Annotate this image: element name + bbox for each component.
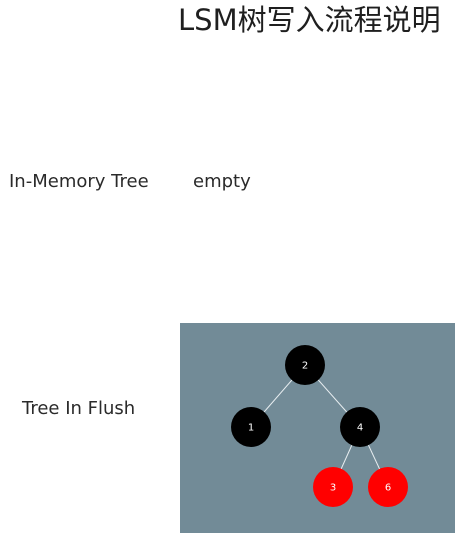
tree-node-key: 2	[302, 361, 308, 372]
tree-in-flush-panel: 2 1 4 3 6	[180, 323, 455, 533]
tree-node-2: 2	[285, 345, 325, 385]
tree-node-key: 4	[357, 423, 363, 434]
tree-node-1: 1	[231, 407, 271, 447]
in-memory-tree-status: empty	[193, 171, 251, 192]
tree-node-key: 3	[330, 483, 336, 494]
in-memory-tree-label: In-Memory Tree	[9, 171, 149, 192]
tree-node-3: 3	[313, 467, 353, 507]
page-title: LSM树写入流程说明	[178, 3, 441, 37]
tree-node-6: 6	[368, 467, 408, 507]
tree-node-key: 6	[385, 483, 391, 494]
tree-in-flush-label: Tree In Flush	[22, 398, 136, 419]
tree-node-key: 1	[248, 423, 254, 434]
tree-node-4: 4	[340, 407, 380, 447]
red-black-tree-diagram: 2 1 4 3 6	[231, 345, 408, 507]
